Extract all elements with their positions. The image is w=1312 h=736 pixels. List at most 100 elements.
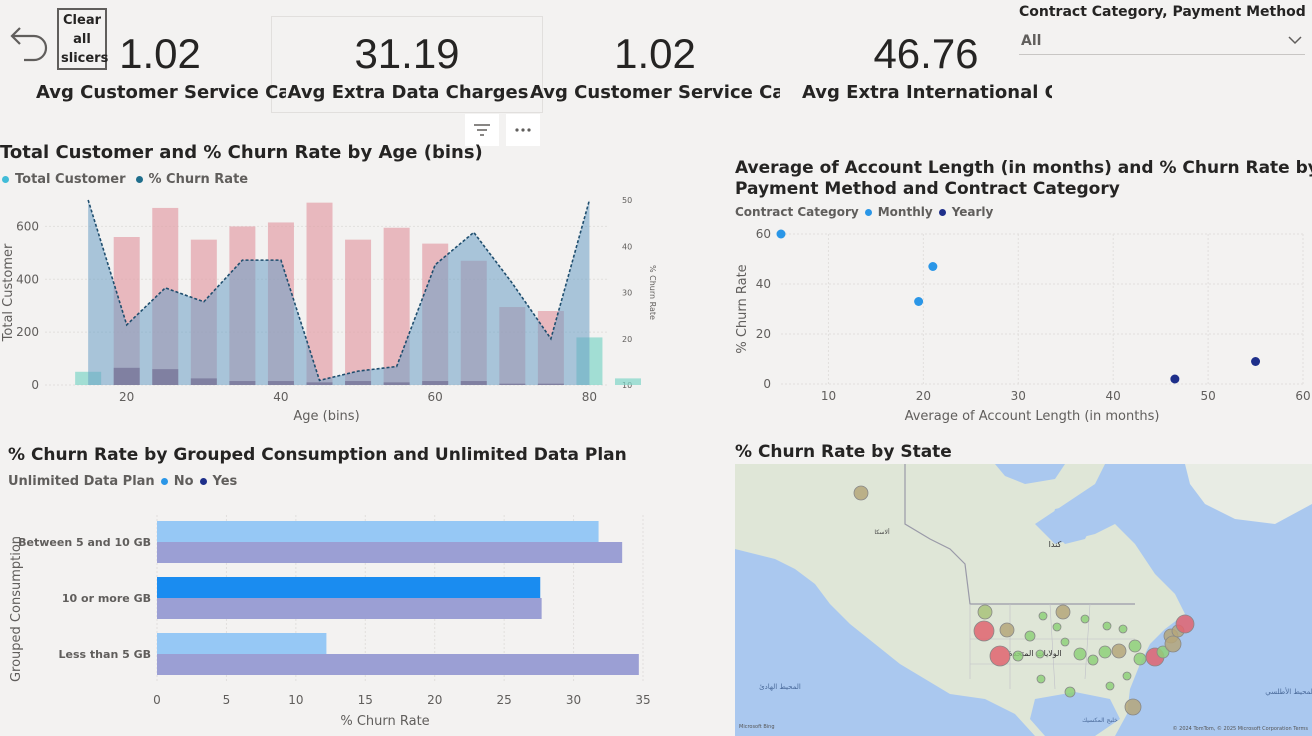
x-tick-label: 15 — [358, 693, 373, 707]
y-axis-label: % Churn Rate — [735, 264, 750, 353]
state-bubble[interactable] — [1133, 652, 1147, 666]
y-axis-label: Total Customer — [1, 243, 16, 342]
state-bubble[interactable] — [1012, 650, 1024, 662]
x-tick-label: 0 — [153, 693, 161, 707]
more-options-button[interactable] — [506, 114, 540, 146]
state-bubble[interactable] — [1124, 698, 1142, 716]
legend-item: Monthly — [877, 205, 933, 219]
category-label: Less than 5 GB — [59, 648, 151, 661]
map-label-alaska: ألاسكا — [874, 528, 890, 536]
y-tick-label: 40 — [756, 277, 771, 291]
x-tick-label: 50 — [1200, 389, 1215, 403]
y-axis-label: Grouped Consumption — [9, 536, 24, 682]
state-bubble[interactable] — [977, 604, 993, 620]
x-tick-label: 10 — [288, 693, 303, 707]
back-button[interactable] — [8, 20, 50, 64]
map-canvas: كندا الولايات المتحدة ألاسكا المحيط الها… — [735, 464, 1312, 736]
legend-dot-monthly — [864, 208, 872, 216]
y-tick-label: 400 — [16, 272, 39, 286]
kpi-label: Avg Extra Data Charges — [287, 82, 529, 103]
legend-dot-churn — [135, 176, 143, 183]
state-bubble[interactable] — [1098, 645, 1112, 659]
state-bubble[interactable] — [1064, 686, 1076, 698]
x-tick-label: 10 — [821, 389, 836, 403]
y-tick-label: 20 — [756, 327, 771, 341]
legend-dot-yes — [199, 478, 207, 485]
bing-attribution: Microsoft Bing — [739, 724, 775, 730]
state-bubble[interactable] — [1060, 637, 1070, 647]
scatter-chart-title-line2: Payment Method and Contract Category — [735, 179, 1120, 199]
slicer-selected-value: All — [1021, 33, 1042, 49]
kpi-label: Avg Customer Service Calls — [530, 82, 780, 103]
x-tick-label: 5 — [223, 693, 231, 707]
state-bubble[interactable] — [973, 620, 995, 642]
scatter-point — [1170, 374, 1180, 384]
legend-item: Yes — [212, 474, 238, 489]
state-bubble[interactable] — [1036, 674, 1046, 684]
scatter-point — [914, 297, 924, 306]
back-arrow-icon — [10, 27, 48, 62]
state-bubble[interactable] — [1164, 635, 1182, 653]
legend-item: Total Customer — [15, 172, 126, 187]
state-bubble[interactable] — [853, 485, 869, 501]
state-bubble[interactable] — [1111, 643, 1127, 659]
state-bubble[interactable] — [989, 645, 1011, 667]
state-bubble[interactable] — [1102, 621, 1112, 631]
age-chart-title: Total Customer and % Churn Rate by Age (… — [0, 142, 483, 163]
age-chart-legend: Total Customer % Churn Rate — [2, 172, 248, 187]
legend-dot-no — [160, 478, 168, 485]
bar-yes — [157, 654, 639, 675]
bar-no — [157, 633, 327, 654]
category-label: Between 5 and 10 GB — [18, 536, 151, 549]
map-visual[interactable]: كندا الولايات المتحدة ألاسكا المحيط الها… — [735, 464, 1312, 736]
scatter-chart-legend: Contract Category Monthly Yearly — [735, 205, 993, 219]
age-chart: 0200400600102030405020 40 60 80Age (bins)To… — [1, 196, 657, 424]
y2-axis-label: % Churn Rate — [648, 265, 657, 320]
consumption-chart-legend: Unlimited Data Plan No Yes — [8, 474, 237, 489]
x-tick-label: 40 — [273, 390, 288, 404]
x-axis-label: % Churn Rate — [340, 714, 429, 729]
state-bubble[interactable] — [999, 622, 1015, 638]
state-bubble[interactable] — [1038, 611, 1048, 621]
state-bubble[interactable] — [1080, 614, 1090, 624]
kpi-label: Avg Customer Service Calls — [36, 82, 286, 103]
legend-title: Unlimited Data Plan — [8, 474, 155, 489]
legend-item: % Churn Rate — [148, 172, 249, 187]
state-bubble[interactable] — [1122, 671, 1132, 681]
consumption-chart-title: % Churn Rate by Grouped Consumption and … — [8, 445, 627, 465]
bar-no — [157, 521, 599, 542]
state-bubble[interactable] — [1105, 681, 1115, 691]
legend-title: Contract Category — [735, 205, 859, 219]
state-bubble[interactable] — [1073, 647, 1087, 661]
x-tick-label: 40 — [1106, 389, 1121, 403]
legend-item: Yearly — [951, 205, 994, 219]
state-bubble[interactable] — [1055, 604, 1071, 620]
scatter-chart-title-line1: Average of Account Length (in months) an… — [735, 158, 1312, 178]
x-tick-label: 30 — [566, 693, 581, 707]
y2-tick-label: 50 — [622, 196, 632, 205]
state-bubble[interactable] — [1128, 639, 1142, 653]
state-bubble[interactable] — [1118, 624, 1128, 634]
state-bubble[interactable] — [1087, 654, 1099, 666]
slicer-title: Contract Category, Payment Method — [1019, 4, 1306, 20]
x-tick-label: 60 — [428, 390, 443, 404]
scatter-point — [1251, 357, 1261, 366]
x-tick-label: 20 — [916, 389, 931, 403]
state-bubble[interactable] — [1052, 622, 1062, 632]
state-bubble[interactable] — [1024, 630, 1036, 642]
x-axis-label: Age (bins) — [293, 409, 359, 424]
scatter-chart: 0 20 40 60 10 20 30 40 50 60 Average of Account Le… — [735, 227, 1311, 424]
kpi-value: 1.02 — [614, 30, 696, 77]
map-label-pacific: المحيط الهادئ — [759, 683, 801, 691]
legend-dot-total — [2, 176, 9, 183]
map-copyright: © 2024 TomTom, © 2025 Microsoft Corporat… — [1173, 725, 1309, 732]
y2-tick-label: 30 — [622, 289, 632, 298]
x-axis-label: Average of Account Length (in months) — [905, 409, 1160, 424]
state-bubble[interactable] — [1175, 614, 1195, 634]
state-bubble[interactable] — [1035, 649, 1045, 659]
map-title: % Churn Rate by State — [735, 442, 952, 462]
bar-total-customer — [615, 378, 641, 385]
slicer-dropdown[interactable]: All — [1019, 28, 1305, 55]
category-label: 10 or more GB — [62, 592, 151, 605]
bar-yes — [157, 542, 623, 563]
